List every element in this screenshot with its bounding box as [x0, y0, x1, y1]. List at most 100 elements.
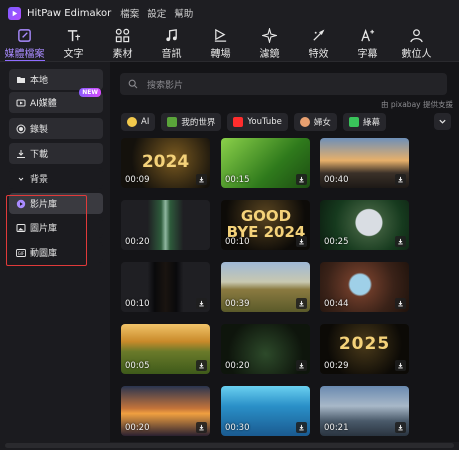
- video-duration: 00:39: [225, 299, 250, 309]
- tab-transition[interactable]: 轉場: [196, 26, 245, 62]
- download-icon[interactable]: [196, 298, 207, 309]
- chip-minecraft[interactable]: 我的世界: [161, 113, 222, 131]
- video-duration: 00:44: [324, 299, 349, 309]
- sidebar-item-gif-library[interactable]: GIF 動圖庫: [9, 242, 103, 263]
- menu-file[interactable]: 檔案: [120, 6, 139, 20]
- tab-effects[interactable]: 特效: [294, 26, 343, 62]
- download-icon[interactable]: [395, 236, 406, 247]
- video-duration: 00:05: [125, 361, 150, 371]
- chip-label: 我的世界: [181, 118, 216, 128]
- download-icon[interactable]: [296, 236, 307, 247]
- video-duration: 00:29: [324, 361, 349, 371]
- tab-label: 媒體檔案: [4, 45, 45, 61]
- chip-greenscreen[interactable]: 綠幕: [342, 113, 386, 131]
- video-duration: 00:10: [225, 237, 250, 247]
- video-thumbnail[interactable]: 00:10: [121, 262, 210, 312]
- tab-filter[interactable]: 濾鏡: [245, 26, 294, 62]
- download-icon[interactable]: [296, 360, 307, 371]
- video-thumbnail[interactable]: 00:20: [121, 200, 210, 250]
- download-icon[interactable]: [196, 360, 207, 371]
- subtitle-icon: [361, 28, 375, 42]
- chip-women[interactable]: 婦女: [293, 113, 337, 131]
- chip-label: 綠幕: [362, 118, 380, 128]
- image-library-icon: [16, 223, 26, 232]
- video-duration: 00:09: [125, 175, 150, 185]
- video-thumbnail[interactable]: 00:20: [121, 386, 210, 436]
- sidebar-item-video-library[interactable]: 影片庫: [9, 193, 103, 214]
- category-chips: AI 我的世界 YouTube 婦女 綠幕: [121, 113, 392, 131]
- download-icon[interactable]: [395, 422, 406, 433]
- video-thumbnail[interactable]: 2025 00:29: [320, 324, 409, 374]
- chip-label: AI: [141, 117, 150, 127]
- download-icon[interactable]: [395, 298, 406, 309]
- tab-audio[interactable]: 音訊: [147, 26, 196, 62]
- video-duration: 00:10: [125, 299, 150, 309]
- tab-text[interactable]: 文字: [49, 26, 98, 62]
- sidebar-item-label: 錄製: [30, 125, 49, 135]
- transition-icon: [214, 28, 227, 42]
- media-icon: [18, 28, 31, 42]
- video-thumbnail[interactable]: 00:40: [320, 138, 409, 188]
- filter-icon: [262, 28, 277, 43]
- video-duration: 00:40: [324, 175, 349, 185]
- video-library-icon: [16, 199, 26, 208]
- menu-settings[interactable]: 設定: [147, 6, 166, 20]
- video-thumbnail[interactable]: 00:30: [221, 386, 310, 436]
- tab-elements[interactable]: 素材: [98, 26, 147, 62]
- video-thumbnail[interactable]: 00:15: [221, 138, 310, 188]
- sidebar: 本地 AI媒體 NEW 錄製 下載 背景 影片庫 圖片庫 GIF 動圖庫: [0, 62, 110, 442]
- app-name: HitPaw Edimakor: [27, 7, 112, 19]
- download-icon[interactable]: [296, 422, 307, 433]
- chip-ai[interactable]: AI: [121, 113, 156, 131]
- tab-label: 字幕: [357, 49, 378, 60]
- menu-help[interactable]: 幫助: [174, 6, 193, 20]
- chips-expand-button[interactable]: [434, 113, 451, 130]
- video-thumbnail[interactable]: 00:21: [320, 386, 409, 436]
- record-icon: [16, 124, 26, 133]
- search-input[interactable]: 搜索影片: [120, 73, 447, 95]
- tab-subtitle[interactable]: 字幕: [343, 26, 392, 62]
- video-thumbnail[interactable]: 00:20: [221, 324, 310, 374]
- video-duration: 00:15: [225, 175, 250, 185]
- sidebar-item-label: 影片庫: [30, 200, 58, 210]
- video-thumbnail[interactable]: 00:25: [320, 200, 409, 250]
- video-thumbnail[interactable]: 00:44: [320, 262, 409, 312]
- thumbnail-overlay-text: 2024: [141, 152, 190, 172]
- bulb-icon: [127, 117, 137, 127]
- video-thumbnail[interactable]: 00:05: [121, 324, 210, 374]
- text-icon: [67, 30, 81, 42]
- video-duration: 00:30: [225, 423, 250, 433]
- video-thumbnail[interactable]: 2024 00:09: [121, 138, 210, 188]
- provider-credit: 由 pixabay 提供支援: [381, 100, 453, 109]
- video-thumbnail[interactable]: GOOD BYE 2024 00:10: [221, 200, 310, 250]
- chip-youtube[interactable]: YouTube: [227, 113, 288, 131]
- horizontal-scrollbar[interactable]: [5, 443, 454, 448]
- youtube-icon: [233, 117, 244, 127]
- video-duration: 00:20: [125, 423, 150, 433]
- tab-avatar[interactable]: 數位人: [392, 26, 441, 62]
- sidebar-item-download[interactable]: 下載: [9, 143, 103, 164]
- sidebar-item-record[interactable]: 錄製: [9, 118, 103, 139]
- download-icon[interactable]: [296, 174, 307, 185]
- elements-icon: [115, 28, 130, 43]
- sidebar-item-background[interactable]: 背景: [9, 168, 103, 189]
- sidebar-item-local[interactable]: 本地: [9, 69, 103, 90]
- tab-label: 轉場: [210, 49, 231, 60]
- thumbnail-overlay-text: 2025: [338, 334, 391, 354]
- sidebar-item-label: 背景: [30, 175, 49, 185]
- download-icon[interactable]: [395, 360, 406, 371]
- sidebar-item-label: AI媒體: [30, 99, 57, 109]
- minecraft-icon: [167, 117, 178, 127]
- video-duration: 00:21: [324, 423, 349, 433]
- tab-label: 素材: [112, 49, 133, 60]
- sidebar-item-image-library[interactable]: 圖片庫: [9, 217, 103, 238]
- svg-text:GIF: GIF: [18, 251, 25, 256]
- sidebar-item-ai-media[interactable]: AI媒體 NEW: [9, 88, 103, 113]
- download-icon[interactable]: [296, 298, 307, 309]
- download-icon[interactable]: [196, 422, 207, 433]
- download-icon[interactable]: [395, 174, 406, 185]
- download-icon[interactable]: [196, 174, 207, 185]
- tab-media[interactable]: 媒體檔案: [0, 26, 49, 62]
- folder-icon: [17, 76, 25, 83]
- video-thumbnail[interactable]: 00:39: [221, 262, 310, 312]
